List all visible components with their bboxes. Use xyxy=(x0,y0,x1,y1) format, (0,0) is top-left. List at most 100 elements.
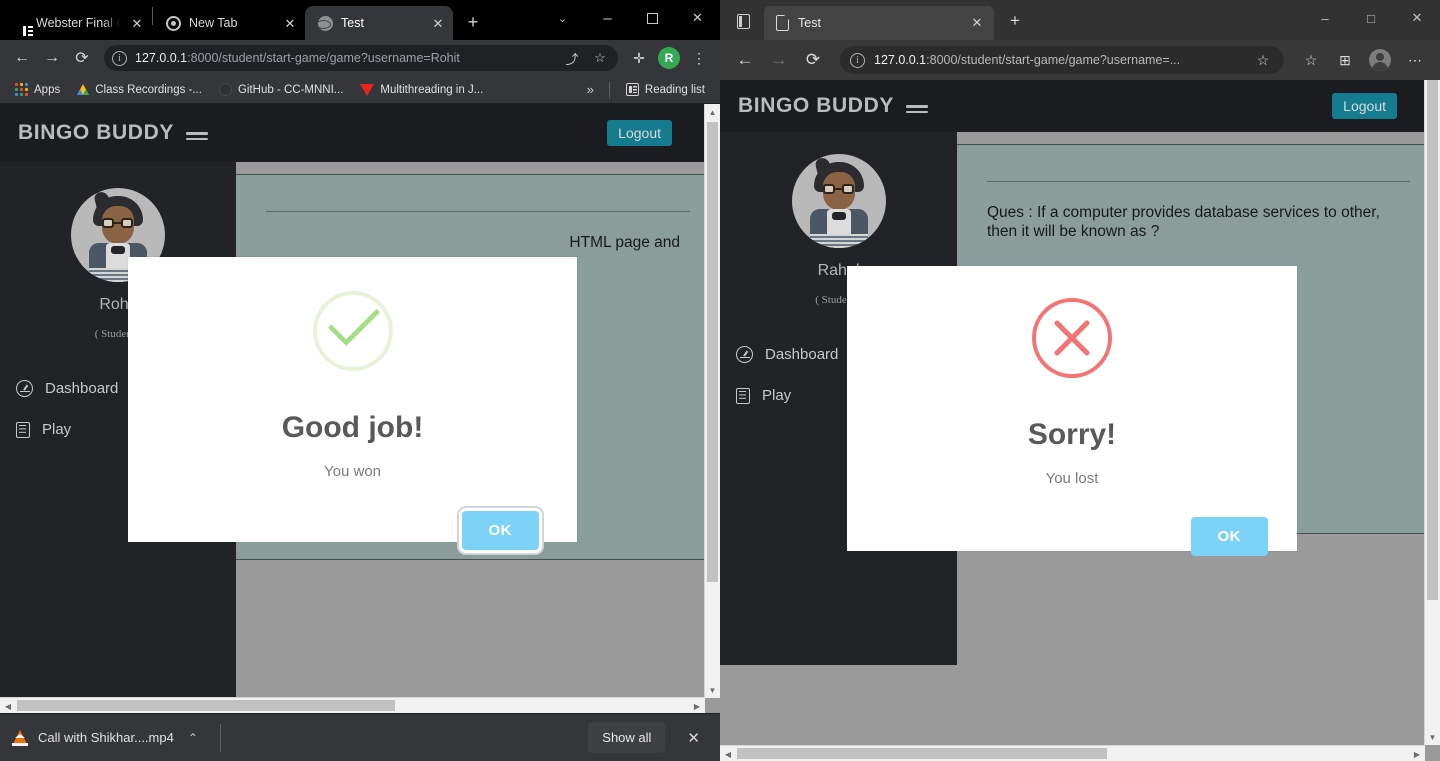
download-shelf: Call with Shikhar....mp4 ⌃ Show all ✕ xyxy=(0,713,720,761)
share-icon[interactable]: ⤴ xyxy=(562,49,582,68)
sidebar-item-label: Dashboard xyxy=(765,346,839,363)
modal-ok-button[interactable]: OK xyxy=(461,511,539,550)
address-bar[interactable]: i 127.0.0.1:8000/student/start-game/game… xyxy=(104,45,618,71)
bookmark-apps[interactable]: Apps xyxy=(8,80,67,99)
tab-actions-button[interactable] xyxy=(726,5,760,37)
tab-search-icon[interactable]: ⌄ xyxy=(540,0,585,36)
modal-ok-button[interactable]: OK xyxy=(1190,517,1268,556)
bookmarks-bar: Apps Class Recordings -... GitHub - CC-M… xyxy=(0,76,720,104)
info-icon[interactable]: i xyxy=(850,52,865,68)
forward-button[interactable]: → xyxy=(764,45,794,75)
edge-window-controls: – □ ✕ xyxy=(1302,0,1440,36)
reload-button[interactable]: ⟳ xyxy=(798,45,828,75)
bookmark-class-recordings[interactable]: Class Recordings -... xyxy=(70,81,209,99)
scroll-right-arrow[interactable]: ▶ xyxy=(689,698,705,713)
avatar[interactable]: R xyxy=(658,47,680,69)
logout-button[interactable]: Logout xyxy=(1332,93,1397,119)
book-icon xyxy=(16,421,30,438)
scroll-up-arrow[interactable]: ▲ xyxy=(705,104,720,120)
scroll-left-arrow[interactable]: ◀ xyxy=(0,698,16,713)
question-text: Ques : If a computer provides database s… xyxy=(987,204,1380,240)
scroll-left-arrow[interactable]: ◀ xyxy=(720,746,736,761)
hamburger-icon[interactable] xyxy=(905,99,928,113)
favorites-icon[interactable]: ☆ xyxy=(1296,45,1326,75)
scrollbar-thumb[interactable] xyxy=(17,700,395,711)
back-button[interactable]: ← xyxy=(8,44,36,72)
chrome-tab-strip: Webster Final Cod ✕ New Tab ✕ Test ✕ + ⌄… xyxy=(0,0,720,40)
reload-button[interactable]: ⟳ xyxy=(68,44,96,72)
extensions-icon[interactable]: ✛ xyxy=(626,45,652,71)
close-icon[interactable]: ✕ xyxy=(281,14,299,32)
browser-tab-webster[interactable]: Webster Final Cod ✕ xyxy=(0,6,152,40)
bookmark-github[interactable]: GitHub - CC-MNNI... xyxy=(212,80,350,99)
drive-icon xyxy=(76,84,90,95)
url-path: :8000/student/start-game/game?username=.… xyxy=(926,53,1181,67)
tabs-icon xyxy=(736,13,750,29)
horizontal-scrollbar[interactable]: ◀ ▶ xyxy=(720,745,1425,761)
scroll-right-arrow[interactable]: ▶ xyxy=(1409,746,1425,761)
modal-actions: OK xyxy=(847,517,1297,556)
browser-tab-newtab[interactable]: New Tab ✕ xyxy=(153,6,305,40)
reading-list-button[interactable]: Reading list xyxy=(619,80,712,99)
maximize-button[interactable]: □ xyxy=(1348,0,1394,36)
bookmarks-overflow-button[interactable]: » xyxy=(581,80,600,99)
close-icon[interactable]: ✕ xyxy=(128,14,146,32)
hamburger-icon[interactable] xyxy=(185,126,208,140)
modal-actions: OK xyxy=(128,511,577,550)
new-tab-button[interactable]: + xyxy=(1000,6,1030,36)
maximize-button[interactable] xyxy=(630,0,675,36)
add-favorite-icon[interactable]: ☆ xyxy=(1248,45,1278,75)
bookmark-multithreading[interactable]: Multithreading in J... xyxy=(353,81,490,99)
close-icon[interactable]: ✕ xyxy=(968,15,986,31)
close-icon[interactable]: ✕ xyxy=(429,14,447,32)
vertical-scrollbar[interactable]: ▲ ▼ xyxy=(1424,80,1440,745)
vertical-scrollbar[interactable]: ▲ ▼ xyxy=(704,104,720,698)
page-icon xyxy=(776,14,790,31)
minimize-button[interactable]: – xyxy=(585,0,630,36)
url-text: 127.0.0.1:8000/student/start-game/game?u… xyxy=(874,53,1239,67)
address-bar[interactable]: i 127.0.0.1:8000/student/start-game/game… xyxy=(840,46,1284,74)
modal-text: You lost xyxy=(1045,470,1099,487)
back-button[interactable]: ← xyxy=(730,45,760,75)
collections-icon[interactable]: ⊞ xyxy=(1330,45,1360,75)
chevron-up-icon[interactable]: ⌃ xyxy=(188,731,198,745)
bookmark-label: Multithreading in J... xyxy=(380,83,484,96)
show-all-downloads-button[interactable]: Show all xyxy=(588,722,666,753)
new-tab-button[interactable]: + xyxy=(459,8,487,36)
download-item[interactable]: Call with Shikhar....mp4 ⌃ xyxy=(12,729,198,746)
doc-icon xyxy=(12,15,33,36)
edge-menu-icon[interactable]: ⋯ xyxy=(1400,45,1430,75)
bookmark-label: Class Recordings -... xyxy=(95,83,202,96)
close-shelf-icon[interactable]: ✕ xyxy=(679,725,708,751)
scroll-down-arrow[interactable]: ▼ xyxy=(1425,729,1440,745)
error-modal: Sorry! You lost OK xyxy=(847,266,1297,556)
minimize-button[interactable]: – xyxy=(1302,0,1348,36)
divider xyxy=(608,81,610,98)
error-x-icon xyxy=(1032,298,1112,378)
scroll-down-arrow[interactable]: ▼ xyxy=(705,682,720,698)
edge-tab-strip: Test ✕ + – □ ✕ xyxy=(720,0,1440,40)
scrollbar-thumb[interactable] xyxy=(707,122,718,582)
browser-tab-test[interactable]: Test ✕ xyxy=(764,6,994,40)
github-icon xyxy=(218,83,232,96)
scrollbar-thumb[interactable] xyxy=(737,748,1107,759)
logout-button[interactable]: Logout xyxy=(607,120,672,146)
horizontal-scrollbar[interactable]: ◀ ▶ xyxy=(0,697,705,713)
bookmark-star-icon[interactable]: ☆ xyxy=(590,50,610,66)
scrollbar-thumb[interactable] xyxy=(1427,80,1438,600)
dashboard-icon xyxy=(736,346,753,363)
modal-text: You won xyxy=(324,463,381,480)
info-icon[interactable]: i xyxy=(112,50,127,66)
avatar[interactable] xyxy=(1369,49,1391,71)
url-path: :8000/student/start-game/game?username=R… xyxy=(187,51,460,65)
url-host: 127.0.0.1 xyxy=(874,53,927,67)
forward-button[interactable]: → xyxy=(38,44,66,72)
browser-tab-test[interactable]: Test ✕ xyxy=(305,6,453,40)
chrome-window-controls: ⌄ – ✕ xyxy=(540,0,720,36)
chrome-menu-icon[interactable]: ⋮ xyxy=(686,45,712,71)
close-window-button[interactable]: ✕ xyxy=(1394,0,1440,36)
close-window-button[interactable]: ✕ xyxy=(675,0,720,36)
sidebar-item-label: Play xyxy=(762,387,792,404)
divider xyxy=(987,181,1410,182)
divider xyxy=(219,723,221,752)
